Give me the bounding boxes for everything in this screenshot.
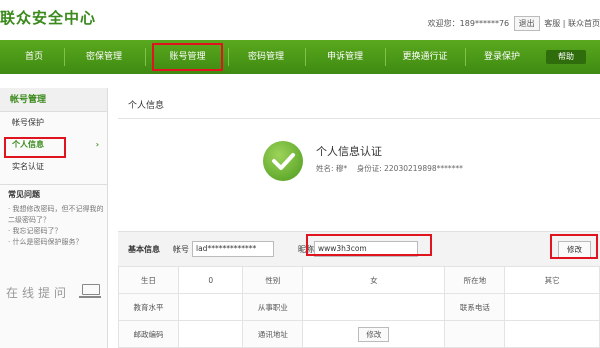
sidebar: 帐号管理 帐号保护 个人信息 › 实名认证 常见问题 · 我想修改密码，但不记得我…: [0, 88, 108, 348]
page-title: 个人信息: [128, 101, 165, 111]
help-button[interactable]: 帮助: [546, 50, 586, 64]
main-content: 个人信息 个人信息认证 姓名: 穆* 身份证: 22030219898*****…: [118, 88, 600, 348]
table-row: 邮政编码 通讯地址 修改: [118, 320, 600, 348]
cert-id: 22030219898*******: [384, 164, 463, 173]
nav-security[interactable]: 密保管理: [74, 40, 134, 74]
nav-home[interactable]: 首页: [14, 40, 54, 74]
laptop-icon: [79, 284, 101, 298]
cert-name: 穆*: [335, 164, 348, 173]
table-cell: [177, 293, 244, 321]
logout-button[interactable]: 退出: [513, 16, 540, 31]
faq-item[interactable]: · 我忘记密码了？: [0, 226, 107, 237]
service-link[interactable]: 客服: [544, 19, 560, 28]
faq-item[interactable]: · 什么是密码保护服务？: [0, 237, 107, 248]
table-cell: 0: [177, 266, 244, 294]
cert-info: 姓名: 穆* 身份证: 22030219898*******: [316, 163, 463, 174]
table-cell: 其它: [504, 266, 600, 294]
table-cell: [177, 320, 244, 348]
sidebar-item-realname[interactable]: 实名认证: [0, 156, 107, 178]
sidebar-item-label: 实名认证: [12, 162, 44, 171]
account-field[interactable]: lad*************: [192, 241, 274, 257]
cert-title: 个人信息认证: [316, 145, 382, 158]
table-cell: [504, 293, 600, 321]
faq-item[interactable]: · 我想修改密码，但不记得我的二级密码了？: [0, 204, 107, 226]
cert-id-label: 身份证:: [356, 164, 382, 173]
highlight-modify: [550, 234, 598, 259]
site-logo[interactable]: 联众安全中心: [0, 7, 96, 28]
table-cell: 通讯地址: [242, 320, 304, 348]
check-icon: [263, 141, 303, 181]
header: 联众安全中心 欢迎您：189******76 退出 客服 | 联众首页: [0, 0, 600, 40]
table-row: 生日 0 性别 女 所在地 其它: [118, 266, 600, 294]
table-cell: 邮政编码: [118, 320, 179, 348]
faq-title: 常见问题: [0, 184, 107, 204]
sidebar-item-protect[interactable]: 帐号保护: [0, 112, 107, 134]
table-cell: 女: [302, 266, 446, 294]
table-cell: [302, 293, 446, 321]
top-links: 欢迎您：189******76 退出 客服 | 联众首页: [428, 16, 600, 31]
table-cell: 性别: [242, 266, 304, 294]
table-cell: [504, 320, 600, 348]
highlight-nickname: [306, 234, 432, 256]
chevron-right-icon: ›: [95, 140, 99, 149]
info-table: 生日 0 性别 女 所在地 其它 教育水平 从事职业 联系电话 邮政编码 通讯地…: [118, 266, 600, 348]
nav-appeal[interactable]: 申诉管理: [315, 40, 375, 74]
table-cell: 所在地: [444, 266, 506, 294]
table-row: 教育水平 从事职业 联系电话: [118, 293, 600, 321]
main-nav: 首页 密保管理 账号管理 密码管理 申诉管理 更换通行证 登录保护 帮助: [0, 40, 600, 74]
table-cell: 教育水平: [118, 293, 179, 321]
table-cell: 修改: [302, 320, 446, 348]
sidebar-title: 帐号管理: [0, 88, 107, 112]
welcome-text: 欢迎您：189******76: [427, 19, 510, 28]
account-label: 帐号: [173, 245, 189, 254]
table-cell: 生日: [118, 266, 179, 294]
cert-name-label: 姓名:: [316, 164, 334, 173]
highlight-personal-info: [4, 137, 66, 158]
table-cell: 联系电话: [444, 293, 506, 321]
home-link[interactable]: 联众首页: [568, 19, 600, 28]
address-modify-button[interactable]: 修改: [358, 326, 390, 342]
ask-online[interactable]: 在线提问: [6, 284, 70, 301]
sidebar-item-label: 帐号保护: [12, 118, 44, 127]
highlight-nav-account: [152, 43, 223, 71]
nav-login-protect[interactable]: 登录保护: [472, 40, 532, 74]
nav-password[interactable]: 密码管理: [236, 40, 296, 74]
table-cell: [444, 320, 506, 348]
basic-info-label: 基本信息: [128, 245, 160, 254]
nav-change-pass[interactable]: 更换通行证: [393, 40, 457, 74]
table-cell: 从事职业: [242, 293, 304, 321]
